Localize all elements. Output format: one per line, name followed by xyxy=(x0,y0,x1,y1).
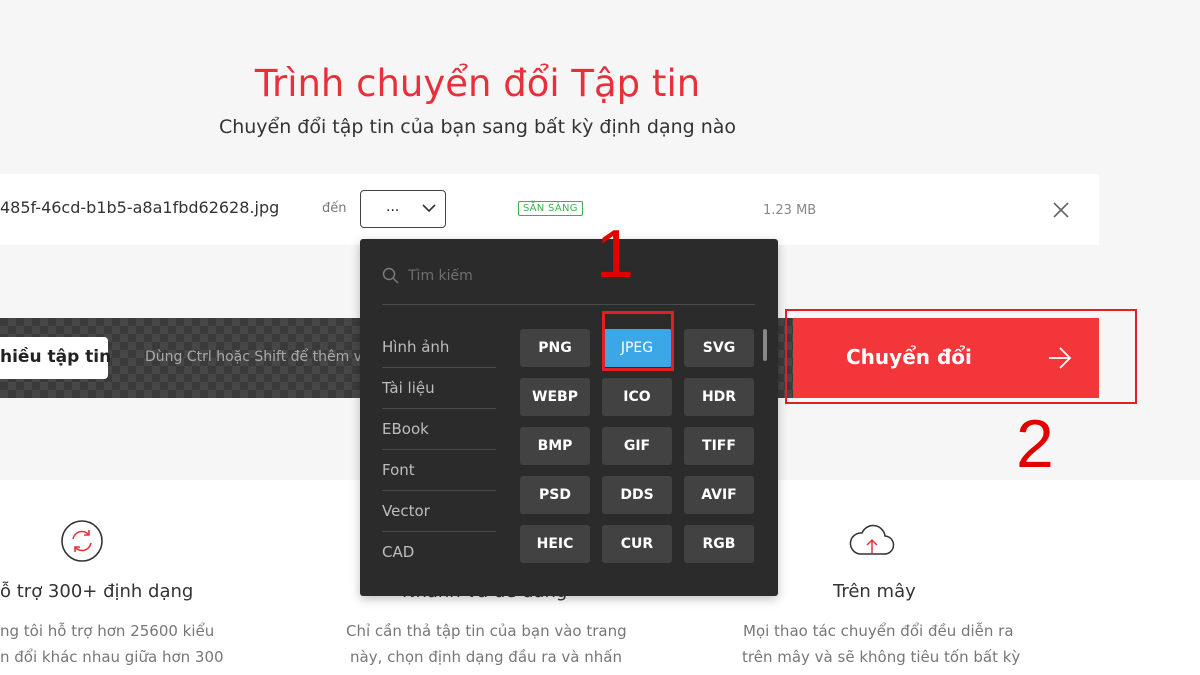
format-option-heic[interactable]: HEIC xyxy=(520,525,590,563)
status-badge: SẴN SÀNG xyxy=(518,201,583,216)
annotation-box-jpeg xyxy=(602,311,674,371)
category-vector[interactable]: Vector xyxy=(382,491,496,532)
refresh-icon xyxy=(61,520,103,562)
category-images[interactable]: Hình ảnh xyxy=(382,327,496,368)
feature-title: ỗ trợ 300+ định dạng xyxy=(0,581,194,602)
page-title: Trình chuyển đổi Tập tin xyxy=(254,62,701,105)
hint-text: Dùng Ctrl hoặc Shift để thêm vài xyxy=(145,349,375,365)
category-list: Hình ảnh Tài liệu EBook Font Vector CAD xyxy=(382,327,496,573)
format-option-tiff[interactable]: TIFF xyxy=(684,427,754,465)
format-search-input[interactable] xyxy=(408,265,748,287)
dropdown-divider xyxy=(382,304,755,305)
file-name: 485f-46cd-b1b5-a8a1fbd62628.jpg xyxy=(0,198,280,217)
format-select[interactable]: ... xyxy=(360,190,446,228)
cloud-upload-icon xyxy=(849,524,895,555)
format-option-png[interactable]: PNG xyxy=(520,329,590,367)
feature-desc: ng tôi hỗ trợ hơn 25600 kiểu xyxy=(0,622,215,640)
feature-desc: Mọi thao tác chuyển đổi đều diễn ra xyxy=(743,622,1014,640)
annotation-box-convert xyxy=(785,309,1137,404)
format-option-gif[interactable]: GIF xyxy=(602,427,672,465)
format-option-bmp[interactable]: BMP xyxy=(520,427,590,465)
page-subtitle: Chuyển đổi tập tin của bạn sang bất kỳ đ… xyxy=(218,116,737,138)
file-size: 1.23 MB xyxy=(763,203,817,218)
feature-desc: Chỉ cần thả tập tin của bạn vào trang xyxy=(346,622,627,640)
close-icon[interactable] xyxy=(1051,200,1071,220)
page: Trình chuyển đổi Tập tin Chuyển đổi tập … xyxy=(0,0,1200,675)
feature-desc: n đổi khác nhau giữa hơn 300 xyxy=(0,648,224,666)
feature-desc: này, chọn định dạng đầu ra và nhấn xyxy=(350,648,622,666)
category-ebook[interactable]: EBook xyxy=(382,409,496,450)
annotation-step-1: 1 xyxy=(596,216,634,292)
to-label: đến xyxy=(322,201,347,216)
dropdown-scrollbar[interactable] xyxy=(763,329,767,361)
format-option-svg[interactable]: SVG xyxy=(684,329,754,367)
category-font[interactable]: Font xyxy=(382,450,496,491)
format-dropdown: Hình ảnh Tài liệu EBook Font Vector CAD … xyxy=(360,239,778,596)
format-option-psd[interactable]: PSD xyxy=(520,476,590,514)
format-option-hdr[interactable]: HDR xyxy=(684,378,754,416)
search-icon xyxy=(382,267,399,284)
file-row: 485f-46cd-b1b5-a8a1fbd62628.jpg đến ... … xyxy=(0,174,1099,245)
format-option-webp[interactable]: WEBP xyxy=(520,378,590,416)
feature-title: Trên mây xyxy=(833,581,916,602)
format-option-rgb[interactable]: RGB xyxy=(684,525,754,563)
annotation-step-2: 2 xyxy=(1016,406,1054,482)
feature-desc: trên mây và sẽ không tiêu tốn bất kỳ xyxy=(742,648,1021,666)
format-option-dds[interactable]: DDS xyxy=(602,476,672,514)
category-cad[interactable]: CAD xyxy=(382,532,496,573)
format-option-avif[interactable]: AVIF xyxy=(684,476,754,514)
format-option-cur[interactable]: CUR xyxy=(602,525,672,563)
format-select-value: ... xyxy=(386,199,400,215)
category-documents[interactable]: Tài liệu xyxy=(382,368,496,409)
format-option-ico[interactable]: ICO xyxy=(602,378,672,416)
add-files-button[interactable]: hiều tập tin xyxy=(0,337,111,379)
chevron-down-icon xyxy=(422,204,436,213)
